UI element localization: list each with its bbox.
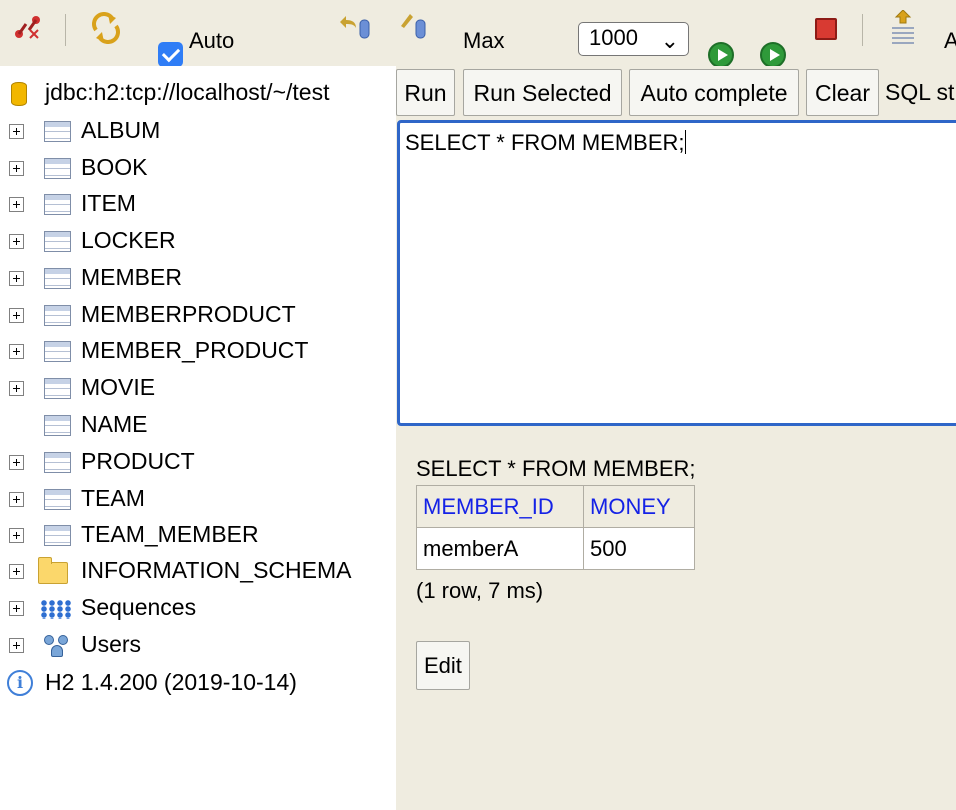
tree-item-label: LOCKER	[81, 227, 176, 253]
clear-button[interactable]: Clear	[806, 69, 879, 116]
tree-item-label: MEMBER	[81, 264, 182, 290]
tree-item-movie[interactable]: MOVIE	[0, 370, 396, 406]
table-icon	[44, 194, 71, 215]
tree-item-team-member[interactable]: TEAM_MEMBER	[0, 517, 396, 553]
expand-icon[interactable]	[9, 601, 24, 616]
version-label: H2 1.4.200 (2019-10-14)	[45, 669, 297, 695]
tree-item-users[interactable]: Users	[0, 627, 396, 663]
expand-icon[interactable]	[9, 124, 24, 139]
edit-button[interactable]: Edit	[416, 641, 470, 690]
text-caret	[684, 130, 686, 154]
tree-item-label: NAME	[81, 411, 148, 437]
result-table: MEMBER_ID MONEY memberA 500	[416, 485, 695, 570]
expand-icon[interactable]	[9, 455, 24, 470]
expand-icon[interactable]	[9, 197, 24, 212]
table-row: memberA 500	[416, 527, 695, 570]
toolbar: Auto Max 1000 ⌄ A	[0, 0, 956, 66]
table-icon	[44, 378, 71, 399]
tree-item-member[interactable]: MEMBER	[0, 260, 396, 296]
tree-item-label: TEAM	[81, 485, 145, 511]
table-icon	[44, 489, 71, 510]
table-icon	[44, 525, 71, 546]
tree-item-product[interactable]: PRODUCT	[0, 444, 396, 480]
tree-item-label: TEAM_MEMBER	[81, 521, 259, 547]
tree-item-item[interactable]: ITEM	[0, 186, 396, 222]
auto-commit-checkbox[interactable]	[158, 42, 183, 66]
tree-item-team[interactable]: TEAM	[0, 481, 396, 517]
sql-editor[interactable]: SELECT * FROM MEMBER;	[397, 120, 956, 426]
toolbar-trailing-label: A	[944, 28, 956, 53]
column-header-member-id[interactable]: MEMBER_ID	[416, 485, 584, 528]
tree-item-label: BOOK	[81, 154, 148, 180]
expand-icon[interactable]	[9, 528, 24, 543]
sql-editor-text: SELECT * FROM MEMBER;	[405, 130, 685, 155]
tree-item-album[interactable]: ALBUM	[0, 113, 396, 149]
run-selected-icon[interactable]	[760, 42, 786, 66]
users-icon	[44, 633, 71, 659]
rollback-icon[interactable]	[336, 12, 372, 42]
connection-url: jdbc:h2:tcp://localhost/~/test	[45, 79, 330, 105]
expand-icon[interactable]	[9, 381, 24, 396]
schema-tree: jdbc:h2:tcp://localhost/~/test ALBUM BOO…	[0, 66, 396, 810]
table-cell: 500	[583, 527, 695, 570]
tree-item-label: Users	[81, 631, 142, 657]
expand-icon[interactable]	[9, 234, 24, 249]
history-icon[interactable]	[888, 10, 918, 48]
tree-item-sequences[interactable]: Sequences	[0, 590, 396, 626]
table-icon	[44, 341, 71, 362]
commit-icon[interactable]	[398, 12, 432, 42]
run-selected-button[interactable]: Run Selected	[463, 69, 622, 116]
run-button[interactable]: Run	[396, 69, 455, 116]
max-rows-label: Max	[463, 28, 505, 53]
tree-item-label: PRODUCT	[81, 448, 195, 474]
tree-item-name[interactable]: NAME	[0, 407, 396, 443]
expand-icon[interactable]	[9, 344, 24, 359]
table-icon	[44, 415, 71, 436]
folder-icon	[38, 557, 68, 584]
expand-icon[interactable]	[9, 161, 24, 176]
query-panel: Run Run Selected Auto complete Clear SQL…	[396, 66, 956, 810]
refresh-icon[interactable]	[90, 12, 122, 44]
table-icon	[44, 268, 71, 289]
table-header-row: MEMBER_ID MONEY	[416, 485, 695, 528]
tree-item-label: INFORMATION_SCHEMA	[81, 557, 352, 583]
tree-item-label: MEMBERPRODUCT	[81, 301, 296, 327]
tree-item-member-product[interactable]: MEMBER_PRODUCT	[0, 333, 396, 369]
tree-item-label: ALBUM	[81, 117, 161, 143]
max-rows-select[interactable]: 1000 ⌄	[578, 22, 689, 56]
table-icon	[44, 231, 71, 252]
auto-complete-button[interactable]: Auto complete	[629, 69, 799, 116]
connection-node[interactable]: jdbc:h2:tcp://localhost/~/test	[0, 75, 396, 111]
chevron-down-icon: ⌄	[660, 28, 679, 53]
table-cell: memberA	[416, 527, 584, 570]
tree-item-memberproduct[interactable]: MEMBERPRODUCT	[0, 297, 396, 333]
table-icon	[44, 305, 71, 326]
max-rows-value: 1000	[589, 25, 638, 50]
tree-item-label: Sequences	[81, 594, 197, 620]
auto-commit-label: Auto	[189, 28, 235, 53]
stop-icon[interactable]	[815, 18, 837, 40]
expand-icon[interactable]	[9, 271, 24, 286]
table-icon	[44, 452, 71, 473]
expand-icon[interactable]	[9, 492, 24, 507]
result-query: SELECT * FROM MEMBER;	[416, 456, 696, 481]
tree-item-label: MEMBER_PRODUCT	[81, 337, 309, 363]
tree-item-label: ITEM	[81, 190, 136, 216]
tree-item-label: MOVIE	[81, 374, 156, 400]
tree-item-locker[interactable]: LOCKER	[0, 223, 396, 259]
tree-item-book[interactable]: BOOK	[0, 150, 396, 186]
expand-icon[interactable]	[9, 564, 24, 579]
table-icon	[44, 121, 71, 142]
column-header-money[interactable]: MONEY	[583, 485, 695, 528]
version-row: H2 1.4.200 (2019-10-14)	[0, 665, 396, 701]
table-icon	[44, 158, 71, 179]
expand-icon[interactable]	[9, 638, 24, 653]
expand-icon[interactable]	[9, 308, 24, 323]
sequences-icon	[40, 600, 73, 619]
run-icon[interactable]	[708, 42, 734, 66]
result-stats: (1 row, 7 ms)	[416, 578, 544, 603]
disconnect-icon[interactable]	[12, 12, 44, 42]
tree-item-information-schema[interactable]: INFORMATION_SCHEMA	[0, 553, 396, 589]
sql-statement-label: SQL st	[885, 79, 955, 105]
